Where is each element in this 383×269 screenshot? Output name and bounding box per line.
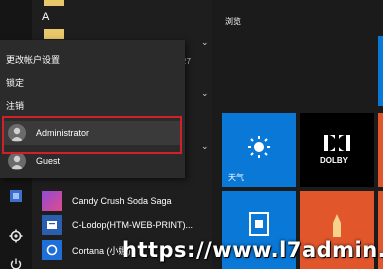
section-letter[interactable]: A <box>42 11 49 23</box>
watermark-text: https://www.l7admin.cc <box>122 238 383 262</box>
cortana-icon <box>42 240 62 260</box>
app-tile-partial <box>44 0 64 6</box>
app-item-clodop[interactable]: C-Lodop(HTM-WEB-PRINT)... <box>42 214 210 236</box>
lock-item[interactable]: 锁定 <box>6 76 24 89</box>
app-label: C-Lodop(HTM-WEB-PRINT)... <box>72 220 194 230</box>
dolby-tile[interactable]: DOLBY <box>300 113 374 187</box>
dolby-label: DOLBY <box>320 156 348 165</box>
sign-out-item[interactable]: 注销 <box>6 99 24 112</box>
power-icon[interactable] <box>6 254 26 269</box>
tile-group-title: 浏览 <box>225 17 241 26</box>
user-avatar-icon[interactable] <box>6 186 26 206</box>
settings-gear-icon[interactable] <box>6 226 26 246</box>
dolby-logo-icon <box>324 135 350 151</box>
chevron-down-icon[interactable]: ⌄ <box>201 141 209 152</box>
change-account-settings[interactable]: 更改帐户设置 <box>6 53 60 66</box>
tile-edge[interactable] <box>378 113 383 187</box>
chevron-down-icon[interactable]: ⌄ <box>201 37 209 48</box>
weather-tile[interactable]: 天气 <box>222 113 296 187</box>
clodop-icon <box>42 215 62 235</box>
start-menu: A ⌄ 27 ⌄ ⌄ Candy Crush Soda Saga C-Lodop… <box>0 0 383 269</box>
candy-crush-icon <box>42 191 62 211</box>
chevron-down-icon[interactable]: ⌄ <box>201 88 209 99</box>
app-label: Candy Crush Soda Saga <box>72 196 172 206</box>
document-icon <box>249 212 269 236</box>
avatar <box>8 152 26 170</box>
user-label: Guest <box>36 156 61 166</box>
tile-edge[interactable] <box>378 36 383 106</box>
selection-highlight <box>2 116 182 154</box>
account-flyout: 更改帐户设置 锁定 注销 Administrator Guest <box>0 40 185 178</box>
tile-area: 浏览 天气 DOLBY <box>212 0 383 269</box>
tile-label: 天气 <box>228 173 244 182</box>
app-tile-partial <box>44 29 64 39</box>
app-item-candy-crush[interactable]: Candy Crush Soda Saga <box>42 190 210 212</box>
sun-icon <box>248 136 270 158</box>
pencil-icon <box>333 214 341 237</box>
